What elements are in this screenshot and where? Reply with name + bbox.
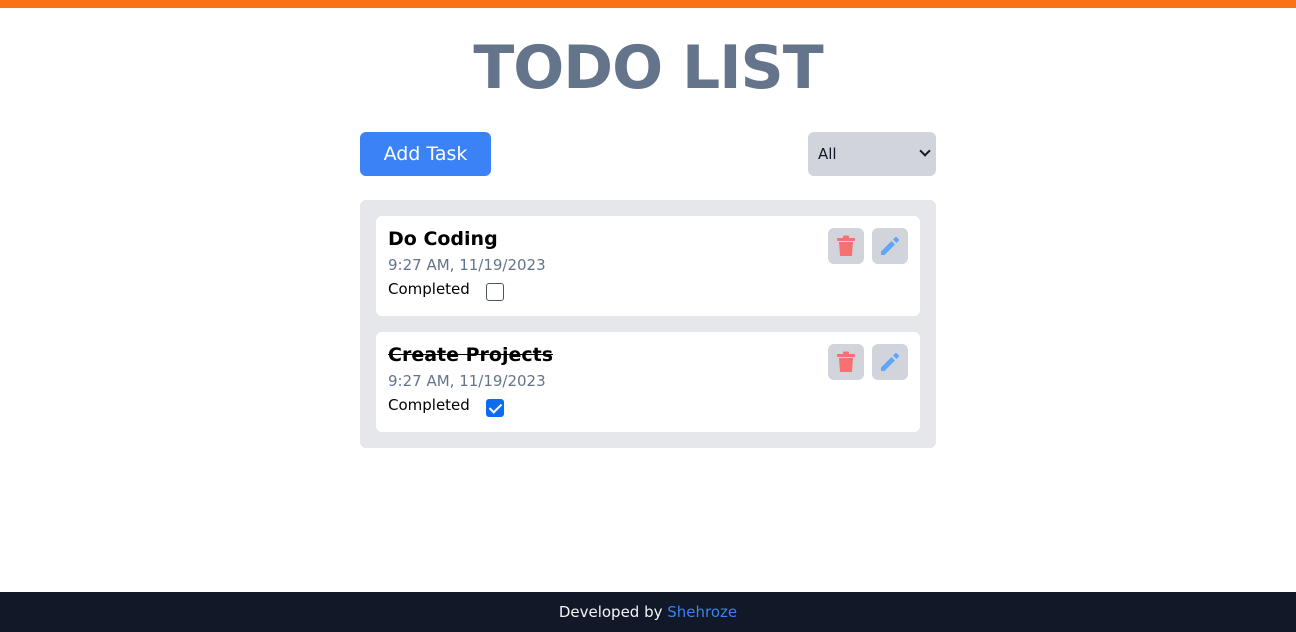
pencil-icon xyxy=(881,236,900,255)
edit-task-button[interactable] xyxy=(872,228,908,264)
delete-task-button[interactable] xyxy=(828,344,864,380)
delete-task-button[interactable] xyxy=(828,228,864,264)
task-status-label: Completed xyxy=(388,280,470,298)
footer: Developed by Shehroze xyxy=(0,592,1296,632)
edit-task-button[interactable] xyxy=(872,344,908,380)
trash-icon xyxy=(837,235,855,256)
task-title: Do Coding xyxy=(388,228,498,250)
task-timestamp: 9:27 AM, 11/19/2023 xyxy=(388,372,546,390)
task-completed-checkbox[interactable] xyxy=(486,399,504,417)
task-timestamp: 9:27 AM, 11/19/2023 xyxy=(388,256,546,274)
task-title: Create Projects xyxy=(388,344,554,366)
pencil-icon xyxy=(881,352,900,371)
task-item: Do Coding 9:27 AM, 11/19/2023 Completed xyxy=(376,216,920,316)
author-link[interactable]: Shehroze xyxy=(667,603,737,621)
task-list: Do Coding 9:27 AM, 11/19/2023 Completed … xyxy=(360,200,936,448)
trash-icon xyxy=(837,351,855,372)
task-item: Create Projects 9:27 AM, 11/19/2023 Comp… xyxy=(376,332,920,432)
task-status-label: Completed xyxy=(388,396,470,414)
task-completed-checkbox[interactable] xyxy=(486,283,504,301)
toolbar: Add Task All xyxy=(360,132,936,176)
status-filter-select[interactable]: All xyxy=(808,132,936,176)
page-title: TODO LIST xyxy=(473,33,823,103)
add-task-button[interactable]: Add Task xyxy=(360,132,491,176)
footer-credit-text: Developed by xyxy=(558,603,668,621)
top-accent-bar xyxy=(0,0,1296,8)
